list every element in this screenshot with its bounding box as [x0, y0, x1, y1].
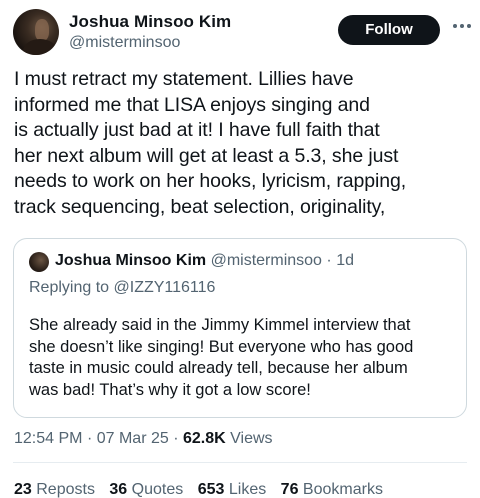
- tweet-line: track sequencing, beat selection, origin…: [14, 195, 386, 218]
- quoted-author-name: Joshua Minsoo Kim: [55, 252, 207, 269]
- replying-mention[interactable]: @IZZY116116: [114, 279, 216, 296]
- timestamp-separator: ·: [173, 430, 179, 447]
- tweet-line: her next album will get at least a 5.3, …: [14, 144, 399, 167]
- likes-stat[interactable]: 653 Likes: [198, 481, 267, 498]
- quotes-count: 36: [109, 481, 128, 498]
- replying-prefix: Replying to: [29, 279, 110, 296]
- more-horizontal-icon[interactable]: [453, 23, 471, 29]
- tweet-time[interactable]: 12:54 PM: [14, 430, 82, 447]
- replying-to: Replying to @IZZY116116: [29, 279, 215, 297]
- views-count: 62.8K: [183, 430, 226, 447]
- quoted-tweet-text: She already said in the Jimmy Kimmel int…: [29, 315, 459, 401]
- quoted-tweet-header: Joshua Minsoo Kim @misterminsoo · 1d: [55, 252, 354, 270]
- tweet-line: needs to work on her hooks, lyricism, ra…: [14, 170, 407, 192]
- timestamp-separator: ·: [86, 430, 93, 447]
- bookmarks-stat[interactable]: 76 Bookmarks: [281, 481, 383, 498]
- quotes-stat[interactable]: 36 Quotes: [109, 481, 183, 498]
- author-handle[interactable]: @misterminsoo: [69, 34, 180, 52]
- likes-label: Likes: [228, 481, 267, 498]
- bookmarks-count: 76: [280, 481, 299, 498]
- quoted-line: was bad! That’s why it got a low score!: [29, 380, 311, 399]
- tweet-line: informed me that LISA enjoys singing and: [14, 93, 370, 116]
- reposts-stat[interactable]: 23 Reposts: [14, 481, 95, 498]
- tweet-timestamp: 12:54 PM · 07 Mar 25 · 62.8K Views: [14, 430, 273, 448]
- quotes-label: Quotes: [131, 481, 184, 498]
- bookmarks-label: Bookmarks: [302, 481, 383, 498]
- reposts-count: 23: [14, 481, 32, 498]
- quoted-line: She already said in the Jimmy Kimmel int…: [29, 316, 411, 334]
- tweet-header: Joshua Minsoo Kim @misterminsoo Follow: [13, 9, 473, 59]
- quoted-tweet[interactable]: Joshua Minsoo Kim @misterminsoo · 1d Rep…: [13, 238, 467, 418]
- author-avatar[interactable]: [13, 9, 59, 55]
- quoted-time: 1d: [336, 252, 354, 269]
- tweet-date[interactable]: 07 Mar 25: [97, 430, 169, 447]
- avatar-face: [35, 19, 49, 41]
- tweet-line: is actually just bad at it! I have full …: [14, 119, 380, 141]
- likes-count: 653: [197, 481, 225, 498]
- views-label: Views: [230, 430, 273, 447]
- quoted-author-avatar: [29, 252, 49, 272]
- divider: [13, 462, 467, 463]
- avatar-body: [23, 39, 57, 55]
- quoted-line: she doesn’t like singing! But everyone w…: [29, 337, 414, 356]
- quoted-separator: ·: [326, 252, 332, 269]
- reposts-label: Reposts: [36, 481, 95, 498]
- author-name[interactable]: Joshua Minsoo Kim: [69, 12, 231, 32]
- quoted-line: taste in music could already tell, becau…: [29, 359, 408, 377]
- quoted-author-handle: @misterminsoo: [210, 252, 322, 269]
- follow-button[interactable]: Follow: [338, 15, 440, 45]
- engagement-stats: 23 Reposts 36 Quotes 653 Likes 76 Bookma…: [14, 481, 393, 498]
- tweet-text: I must retract my statement. Lillies hav…: [14, 67, 474, 220]
- tweet-line: I must retract my statement. Lillies hav…: [14, 68, 354, 90]
